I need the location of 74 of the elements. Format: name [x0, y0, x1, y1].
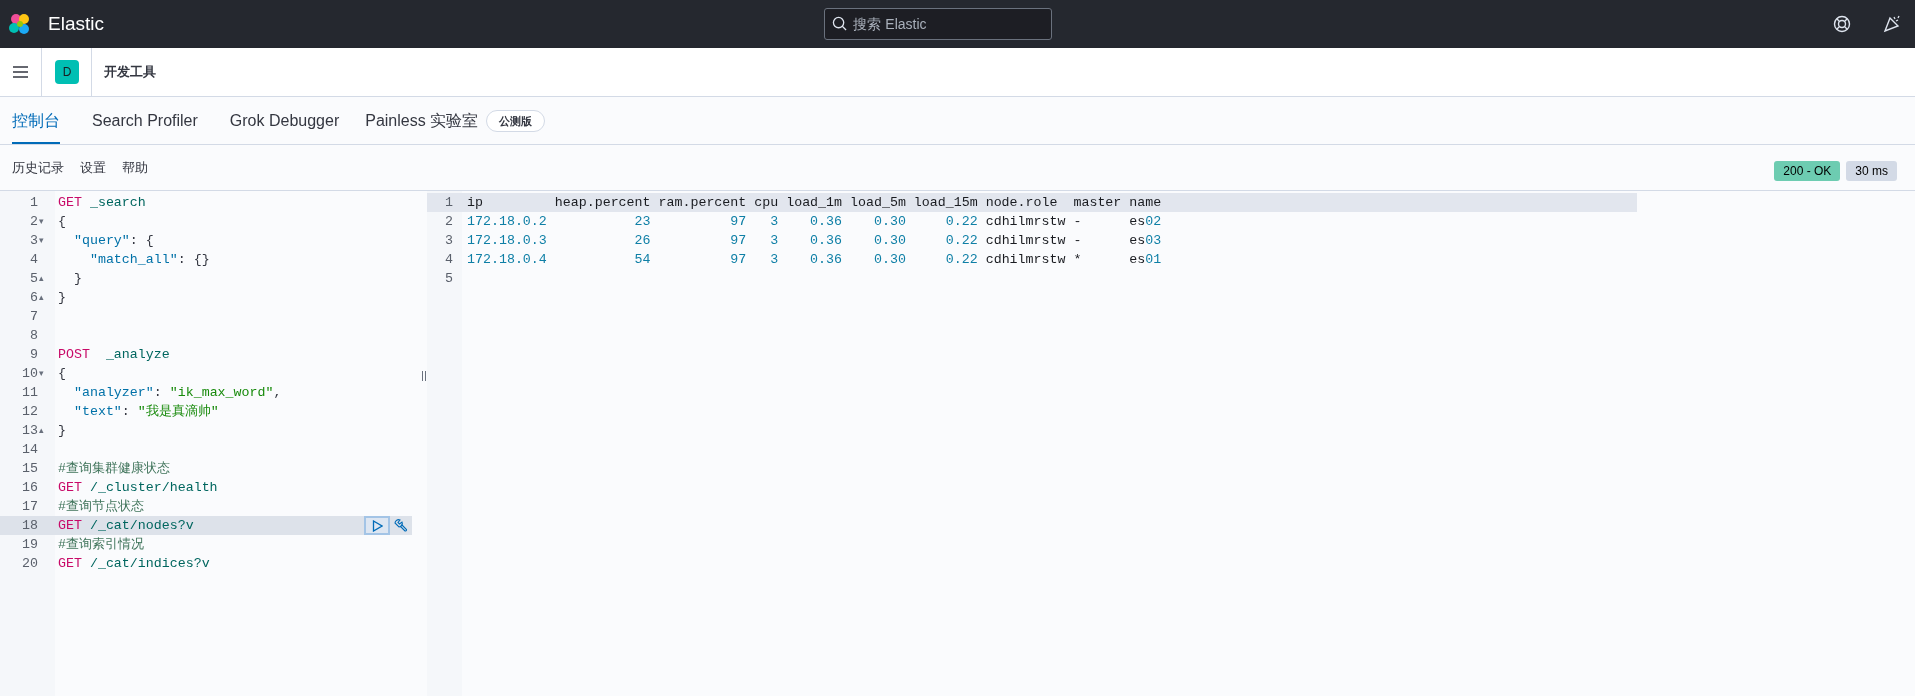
line-number: 13 [21, 421, 38, 440]
code-line: "analyzer": "ik_max_word", [72, 383, 282, 402]
tab[interactable]: Search Profiler [92, 97, 198, 144]
code-line: "match_all": {} [88, 250, 210, 269]
tab[interactable]: Grok Debugger [229, 97, 340, 144]
toolbar-link[interactable]: 设置 [80, 157, 106, 178]
line-number: 1 [29, 193, 38, 212]
code-line: POST _analyze [58, 345, 170, 364]
space-avatar[interactable]: D [55, 60, 79, 84]
menu-icon[interactable] [12, 65, 29, 79]
breadcrumb-title: 开发工具 [104, 63, 156, 82]
line-number: 12 [21, 402, 38, 421]
code-line: "query": { [72, 231, 154, 250]
cluster-logo-icon[interactable] [8, 12, 32, 36]
line-number: 19 [21, 535, 38, 554]
line-number: 7 [29, 307, 38, 326]
line-number: 2 [29, 212, 38, 231]
line-number: 14 [21, 440, 38, 459]
play-icon [371, 519, 383, 532]
line-number: 15 [21, 459, 38, 478]
code-line: { [58, 212, 66, 231]
line-number: 3 [29, 231, 38, 250]
line-number: 16 [21, 478, 38, 497]
run-request-button[interactable] [364, 516, 390, 535]
newsfeed-cheer-icon[interactable] [1883, 15, 1901, 33]
fold-toggle[interactable]: ▾ [39, 214, 44, 229]
line-number: 4 [29, 250, 38, 269]
help-lifebuoy-icon[interactable] [1833, 15, 1851, 33]
line-number: 11 [21, 383, 38, 402]
output-line: 172.18.0.3 26 97 3 0.36 0.30 0.22 cdhilmrstw - es03 [467, 231, 1162, 250]
code-line: GET /_cat/nodes?v [58, 516, 194, 535]
output-line: 172.18.0.2 23 97 3 0.36 0.30 0.22 cdhilmrstw - es02 [467, 212, 1162, 231]
code-line: GET /_cluster/health [58, 478, 218, 497]
beta-badge: 公测版 [486, 109, 546, 132]
tab[interactable]: Painless 实验室 [365, 97, 479, 144]
line-number: 6 [29, 288, 38, 307]
fold-toggle[interactable]: ▾ [39, 233, 44, 248]
line-number: 18 [21, 516, 38, 535]
code-line: "text": "我是真滴帅" [72, 402, 219, 421]
wrench-icon[interactable] [393, 518, 408, 533]
search-field[interactable]: 搜索 Elastic [824, 8, 1053, 40]
code-line: #查询索引情况 [58, 535, 144, 554]
output-line: 172.18.0.4 54 97 3 0.36 0.30 0.22 cdhilmrstw * es01 [467, 250, 1162, 269]
line-number: 5 [29, 269, 38, 288]
code-line: #查询节点状态 [58, 497, 144, 516]
code-line: #查询集群健康状态 [58, 459, 170, 478]
status-badge: 200 - OK [1774, 160, 1841, 181]
toolbar-link[interactable]: 历史记录 [12, 157, 64, 178]
code-line: } [58, 421, 66, 440]
fold-toggle[interactable]: ▴ [39, 423, 44, 438]
output-line: ip heap.percent ram.percent cpu load_1m load_5m load_15m node.role master name [467, 193, 1162, 212]
duration-badge: 30 ms [1846, 160, 1897, 181]
code-line: GET _search [58, 193, 146, 212]
code-line: GET /_cat/indices?v [58, 554, 210, 573]
fold-toggle[interactable]: ▴ [39, 290, 44, 305]
line-number: 4 [444, 250, 453, 269]
line-number: 8 [29, 326, 38, 345]
app-title: Elastic [48, 11, 104, 36]
fold-toggle[interactable]: ▾ [39, 366, 44, 381]
fold-toggle[interactable]: ▴ [39, 271, 44, 286]
code-line: } [72, 269, 82, 288]
line-number: 20 [21, 554, 38, 573]
line-number: 5 [444, 269, 453, 288]
line-number: 10 [21, 364, 38, 383]
resize-handle[interactable] [421, 371, 426, 381]
line-number: 9 [29, 345, 38, 364]
code-line: { [58, 364, 66, 383]
line-number: 3 [444, 231, 453, 250]
search-icon [832, 16, 848, 31]
toolbar-link[interactable]: 帮助 [122, 157, 148, 178]
line-number: 1 [444, 193, 453, 212]
line-number: 17 [21, 497, 38, 516]
code-line: } [58, 288, 66, 307]
line-number: 2 [444, 212, 453, 231]
